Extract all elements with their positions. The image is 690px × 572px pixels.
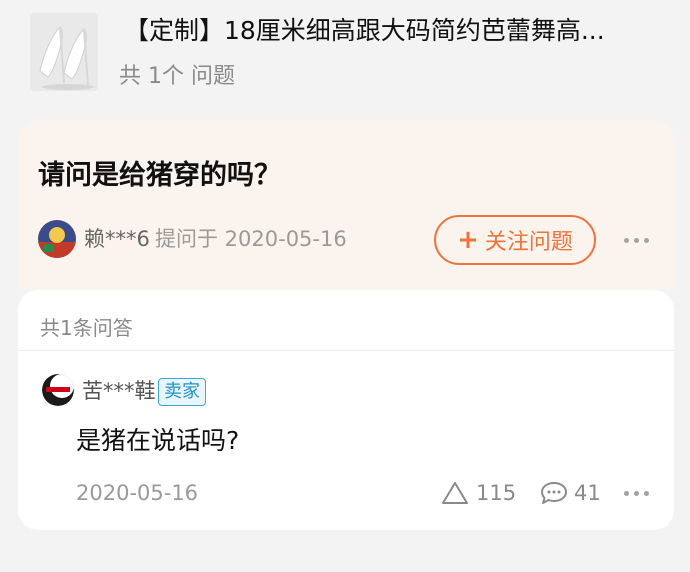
asker-avatar[interactable] bbox=[38, 220, 76, 258]
comment-button[interactable]: 41 bbox=[540, 478, 601, 508]
seller-name: 苦***鞋 bbox=[82, 379, 156, 403]
seller-avatar[interactable] bbox=[42, 374, 74, 406]
question-card: 请问是给猪穿的吗？ 赖***6 提问于 2020-05-16 + 关注问题 bbox=[18, 120, 674, 290]
plus-icon: + bbox=[457, 225, 479, 255]
comment-count: 41 bbox=[574, 481, 601, 505]
question-text: 请问是给猪穿的吗？ bbox=[38, 160, 281, 191]
answer-more-icon[interactable] bbox=[624, 491, 649, 496]
comment-icon bbox=[541, 482, 567, 504]
follow-question-button[interactable]: + 关注问题 bbox=[434, 215, 596, 265]
avatar-image-icon bbox=[38, 220, 76, 258]
follow-question-label: 关注问题 bbox=[484, 230, 573, 255]
question-more-icon[interactable] bbox=[624, 238, 649, 243]
product-title[interactable]: 【定制】18厘米细高跟大码简约芭蕾舞高... bbox=[124, 14, 664, 48]
like-count: 115 bbox=[476, 481, 517, 505]
seller-badge: 卖家 bbox=[158, 378, 206, 406]
asked-date: 提问于 2020-05-16 bbox=[155, 227, 347, 251]
product-thumbnail[interactable] bbox=[30, 13, 98, 91]
question-count: 共 1个 问题 bbox=[119, 64, 235, 89]
asker-name: 赖***6 bbox=[84, 227, 150, 251]
answer-text: 是猪在说话吗? bbox=[76, 426, 240, 455]
answers-count: 共1条问答 bbox=[40, 316, 133, 340]
divider bbox=[18, 350, 674, 351]
high-heel-shoes-icon bbox=[30, 13, 98, 91]
seller-logo-icon bbox=[42, 374, 74, 406]
answers-card: 共1条问答 苦***鞋 卖家 是猪在说话吗? 2020-05-16 115 41 bbox=[18, 290, 674, 530]
product-header[interactable]: 【定制】18厘米细高跟大码简约芭蕾舞高... 共 1个 问题 bbox=[0, 0, 690, 115]
like-button[interactable]: 115 bbox=[440, 478, 516, 508]
answer-date: 2020-05-16 bbox=[76, 481, 199, 505]
triangle-like-icon bbox=[442, 482, 468, 504]
